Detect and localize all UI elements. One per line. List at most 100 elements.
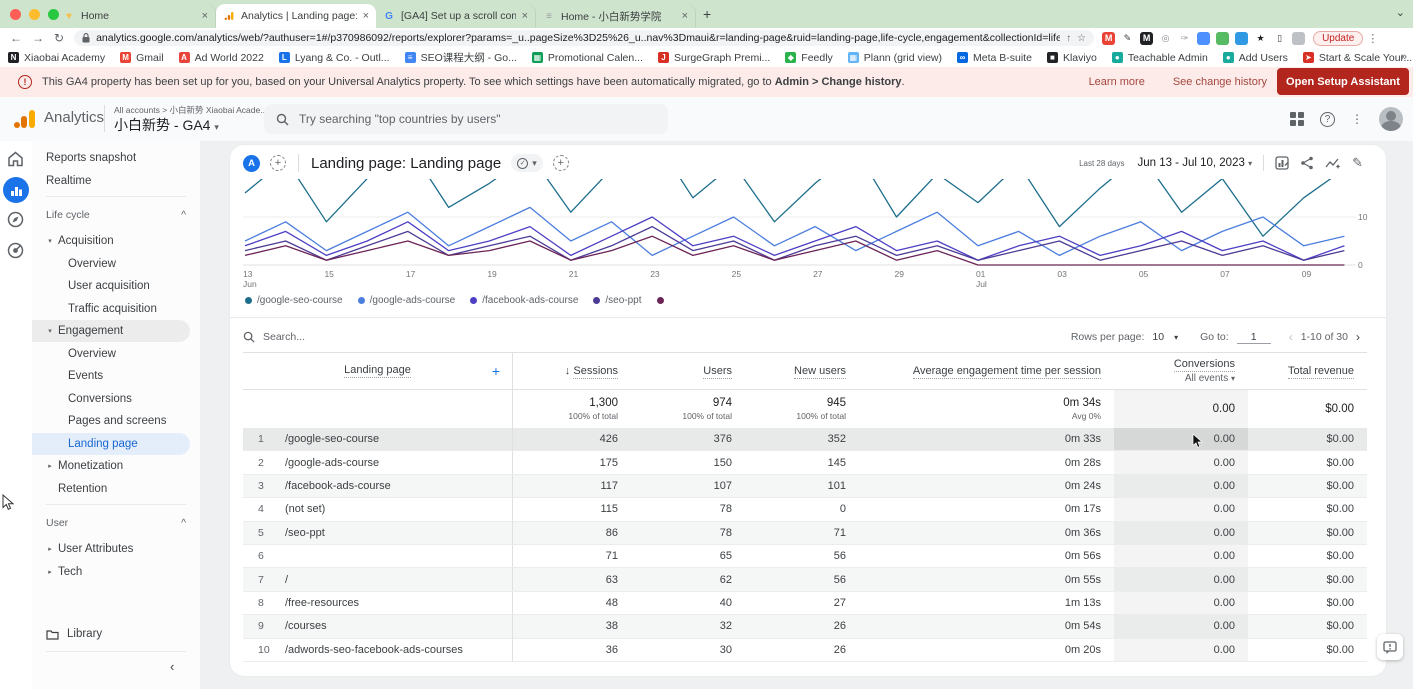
address-bar[interactable]: analytics.google.com/analytics/web/?auth… — [74, 30, 1094, 46]
bookmark-item[interactable]: ■Klaviyo — [1047, 52, 1097, 64]
col-users[interactable]: Users — [631, 365, 745, 377]
forward-icon[interactable]: → — [32, 31, 44, 45]
bookmark-item[interactable]: ▦Promotional Calen... — [532, 52, 643, 64]
all-events-select[interactable]: All events ▾ — [1114, 373, 1235, 384]
bookmark-item[interactable]: MGmail — [120, 52, 163, 64]
sidebar-item-pages-and-screens[interactable]: Pages and screens — [32, 410, 190, 432]
browser-tab[interactable]: G[GA4] Set up a scroll conversi× — [376, 4, 536, 28]
explore-icon[interactable] — [7, 211, 24, 228]
sidebar-item-reports-snapshot[interactable]: Reports snapshot — [32, 147, 190, 169]
add-metric-icon[interactable]: + — [553, 155, 569, 171]
browser-update-button[interactable]: Update — [1313, 31, 1363, 46]
landing-page-cell[interactable]: 1/google-seo-course — [243, 428, 513, 450]
sidebar-item-engagement[interactable]: ▾Engagement — [32, 320, 190, 342]
open-setup-assistant-button[interactable]: Open Setup Assistant — [1277, 68, 1409, 95]
col-sessions[interactable]: ↓ Sessions — [513, 365, 631, 377]
bookmark-item[interactable]: ●Add Users — [1223, 52, 1288, 64]
landing-page-cell[interactable]: 7/ — [243, 568, 513, 590]
landing-page-cell[interactable]: 10/adwords-seo-facebook-ads-courses — [243, 639, 513, 661]
camera-ext-icon[interactable]: ◎ — [1159, 32, 1172, 45]
window-controls[interactable] — [10, 9, 59, 20]
sidebar-item-user-attributes[interactable]: ▸User Attributes — [32, 538, 190, 560]
sidebar-item-library[interactable]: Library — [32, 623, 190, 645]
share-page-icon[interactable]: ↑ — [1066, 33, 1071, 44]
customize-report-icon[interactable] — [1275, 156, 1289, 170]
reports-icon[interactable] — [3, 177, 29, 203]
table-row[interactable]: 2/google-ads-course1751501450m 28s0.00$0… — [243, 451, 1367, 474]
col-avg-engagement[interactable]: Average engagement time per session — [859, 365, 1114, 377]
bookmarks-overflow-icon[interactable]: » — [1401, 51, 1407, 63]
expander-arrow-icon[interactable]: ▸ — [42, 545, 58, 553]
new-tab-button[interactable]: + — [703, 6, 711, 22]
expander-arrow-icon[interactable]: ▾ — [42, 237, 58, 245]
pen-ext-icon[interactable]: ✎ — [1121, 32, 1134, 45]
landing-page-cell[interactable]: 4(not set) — [243, 498, 513, 520]
sidebar-item-landing-page[interactable]: Landing page — [32, 433, 190, 455]
bookmark-item[interactable]: AAd World 2022 — [179, 52, 264, 64]
table-row[interactable]: 1/google-seo-course4263763520m 33s0.00$0… — [243, 428, 1367, 451]
insights-icon[interactable] — [1325, 156, 1341, 170]
browser-tab[interactable]: ♥Home× — [56, 4, 216, 28]
globe-ext-icon[interactable] — [1235, 32, 1248, 45]
sidebar-item-user-acquisition[interactable]: User acquisition — [32, 275, 190, 297]
prev-page-icon[interactable]: ‹ — [1289, 330, 1293, 344]
close-tab-icon[interactable]: × — [682, 10, 688, 22]
reader-ext-icon[interactable]: ▯ — [1273, 32, 1286, 45]
report-status-pill[interactable]: ✓▾ — [511, 154, 543, 172]
sessions-line-chart[interactable] — [243, 179, 1356, 266]
landing-page-cell[interactable]: 9/courses — [243, 615, 513, 637]
advertising-icon[interactable] — [7, 242, 24, 259]
collapse-sidebar-icon[interactable]: ‹ — [170, 659, 174, 674]
legend-item[interactable]: /seo-ppt — [593, 295, 641, 306]
back-icon[interactable]: ← — [10, 31, 22, 45]
bookmark-item[interactable]: ➤Start & Scale Your... — [1303, 52, 1412, 64]
learn-more-link[interactable]: Learn more — [1089, 76, 1145, 88]
sidebar-section-user[interactable]: User^ — [46, 517, 186, 529]
meet-ext-icon[interactable] — [1292, 32, 1305, 45]
reload-icon[interactable]: ↻ — [54, 31, 64, 45]
url-text[interactable]: analytics.google.com/analytics/web/?auth… — [96, 32, 1060, 44]
landing-page-cell[interactable]: 5/seo-ppt — [243, 522, 513, 544]
pin-ext-icon[interactable]: ★ — [1254, 32, 1267, 45]
expander-arrow-icon[interactable]: ▸ — [42, 462, 58, 470]
table-row[interactable]: 7/6362560m 55s0.00$0.00 — [243, 568, 1367, 591]
comparison-badge[interactable]: A — [243, 155, 260, 172]
bookmark-item[interactable]: ◆Feedly — [785, 52, 833, 64]
sidebar-item-acquisition[interactable]: ▾Acquisition — [32, 230, 190, 252]
landing-page-cell[interactable]: 3/facebook-ads-course — [243, 475, 513, 497]
expander-arrow-icon[interactable]: ▾ — [42, 327, 58, 335]
bookmark-item[interactable]: ●Teachable Admin — [1112, 52, 1208, 64]
legend-item[interactable]: /google-seo-course — [245, 295, 343, 306]
share-report-icon[interactable] — [1300, 156, 1314, 170]
help-icon[interactable]: ? — [1320, 112, 1335, 127]
bookmark-item[interactable]: ▦Plann (grid view) — [848, 52, 942, 64]
landing-page-cell[interactable]: 6 — [243, 545, 513, 567]
sidebar-item-conversions[interactable]: Conversions — [32, 388, 190, 410]
landing-page-cell[interactable]: 2/google-ads-course — [243, 451, 513, 473]
date-range-selector[interactable]: Jun 13 - Jul 10, 2023 ▾ — [1137, 157, 1252, 169]
rows-per-page-select[interactable]: 10▾ — [1152, 331, 1178, 343]
table-search-input[interactable]: Search... — [263, 331, 305, 343]
sidebar-item-tech[interactable]: ▸Tech — [32, 561, 190, 583]
avatar[interactable] — [1379, 107, 1403, 131]
close-window-button[interactable] — [10, 9, 21, 20]
col-new-users[interactable]: New users — [745, 365, 859, 377]
bookmark-item[interactable]: LLyang & Co. - Outl... — [279, 52, 390, 64]
sidebar-section-life-cycle[interactable]: Life cycle^ — [46, 209, 186, 221]
apps-grid-icon[interactable] — [1290, 112, 1304, 126]
table-row[interactable]: 4(not set)1157800m 17s0.00$0.00 — [243, 498, 1367, 521]
goto-page-input[interactable]: 1 — [1237, 331, 1271, 344]
next-page-icon[interactable]: › — [1356, 330, 1360, 344]
sidebar-item-realtime[interactable]: Realtime — [32, 170, 190, 192]
col-conversions[interactable]: ConversionsAll events ▾ — [1114, 353, 1248, 384]
m-dark-ext-icon[interactable]: M — [1140, 32, 1153, 45]
sidebar-item-retention[interactable]: Retention — [32, 478, 190, 500]
analytics-logo-icon[interactable] — [12, 107, 38, 131]
legend-item[interactable]: /google-ads-course — [358, 295, 456, 306]
feedback-button[interactable] — [1377, 634, 1403, 660]
browser-tab[interactable]: Analytics | Landing page: Land× — [216, 4, 376, 28]
home-icon[interactable] — [7, 151, 24, 167]
close-tab-icon[interactable]: × — [522, 10, 528, 22]
add-comparison-icon[interactable]: + — [270, 155, 286, 171]
table-row[interactable]: 67165560m 56s0.00$0.00 — [243, 545, 1367, 568]
